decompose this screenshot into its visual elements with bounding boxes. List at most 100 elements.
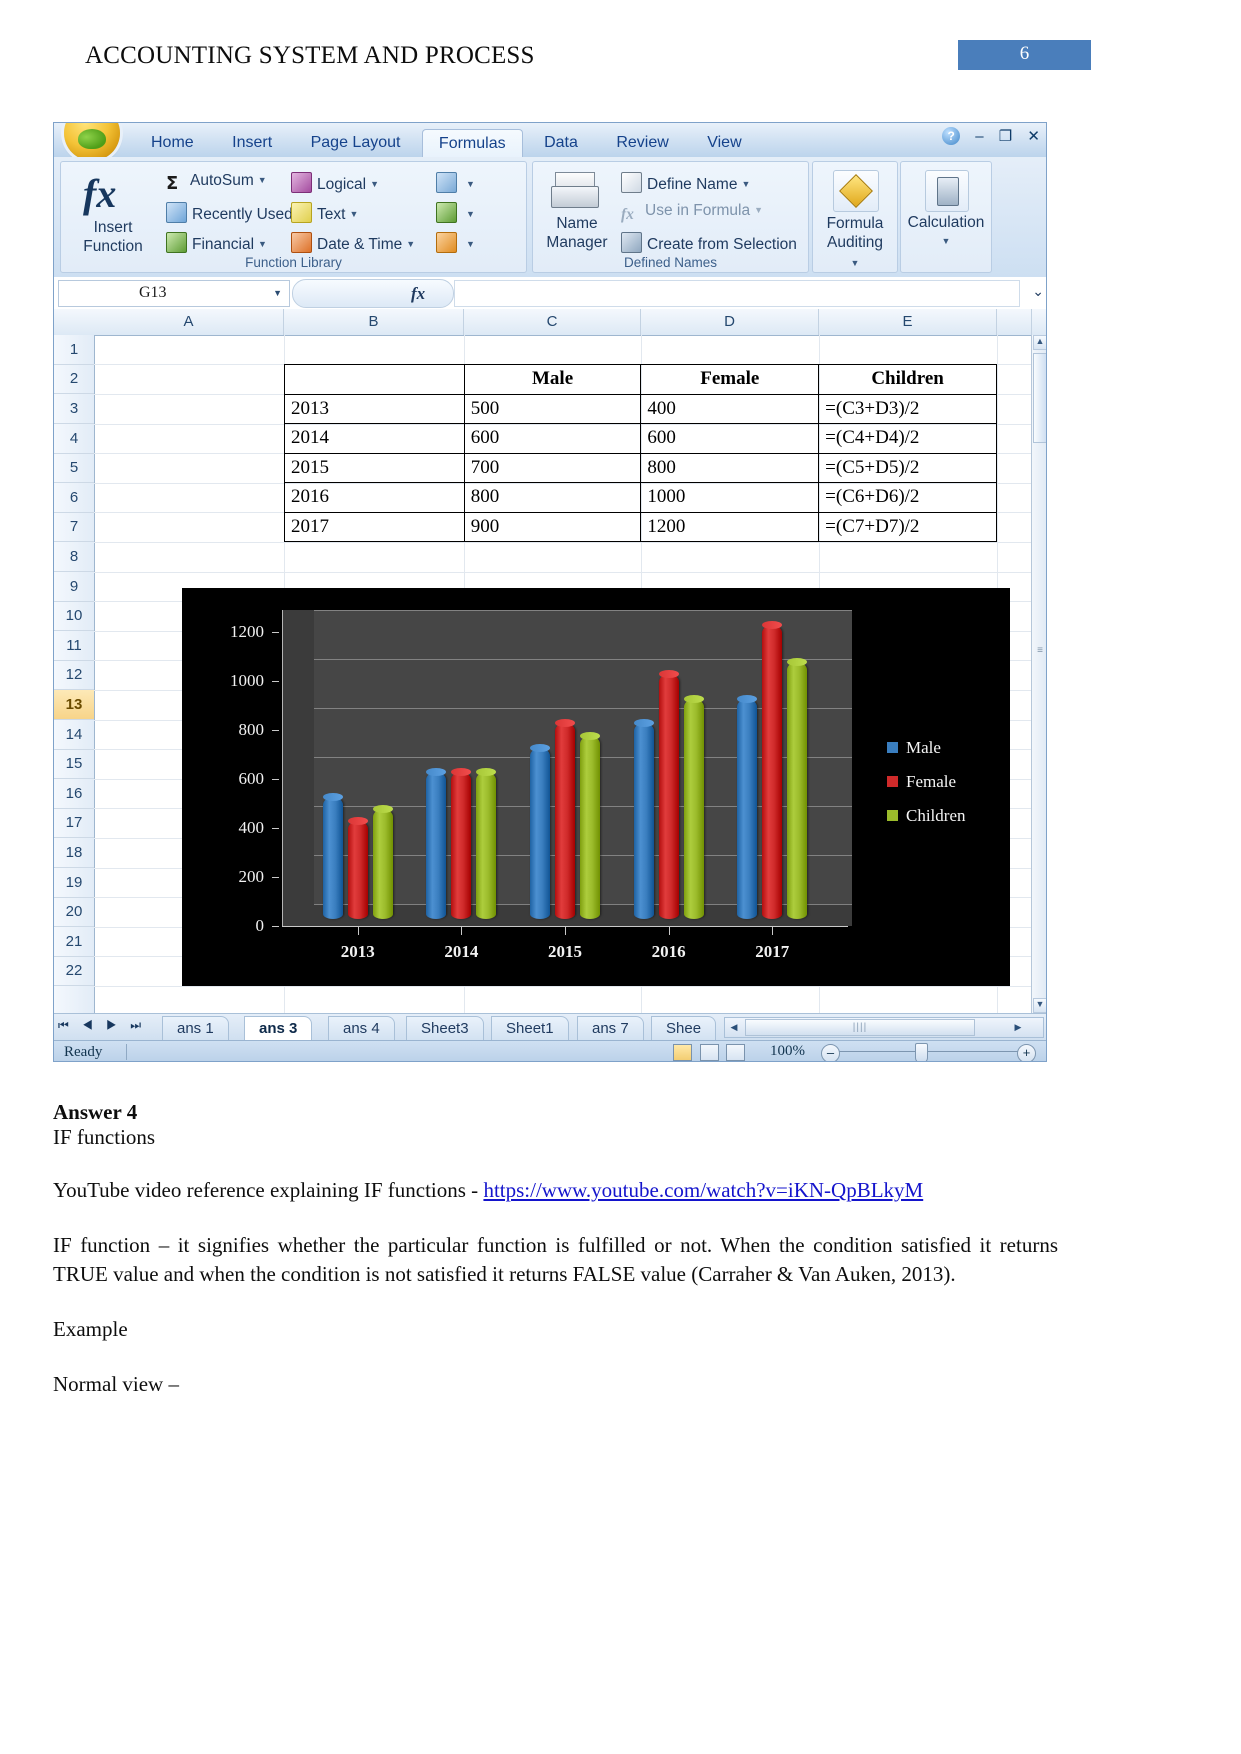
- ribbon-tab-page-layout[interactable]: Page Layout: [294, 129, 418, 156]
- sheet-tab-sheet3[interactable]: Sheet3: [406, 1016, 484, 1040]
- cell-b5[interactable]: 2015: [284, 452, 465, 483]
- chart-bar[interactable]: [580, 731, 600, 920]
- row-header-15[interactable]: 15: [54, 749, 94, 779]
- cell-e6[interactable]: =(C6+D6)/2: [818, 482, 997, 513]
- row-header-6[interactable]: 6: [54, 483, 94, 513]
- vertical-scroll-thumb[interactable]: [1033, 353, 1046, 443]
- cell-e4[interactable]: =(C4+D4)/2: [818, 423, 997, 454]
- ribbon-tab-strip[interactable]: Home Insert Page Layout Formulas Data Re…: [134, 123, 759, 158]
- row-header-20[interactable]: 20: [54, 897, 94, 927]
- ribbon[interactable]: fx Insert Function Σ AutoSum ▼ Recently Us…: [54, 157, 1046, 278]
- horizontal-scrollbar[interactable]: ◀ |||| ▶: [724, 1017, 1044, 1038]
- scroll-left-icon[interactable]: ◀: [726, 1019, 742, 1036]
- chevron-down-icon[interactable]: ▼: [273, 288, 282, 298]
- chart-bar[interactable]: [762, 621, 783, 920]
- cell-d5[interactable]: 800: [640, 452, 820, 483]
- row-header-9[interactable]: 9: [54, 572, 94, 602]
- text-button[interactable]: Text ▼: [291, 202, 358, 224]
- chart-bar[interactable]: [530, 743, 550, 920]
- column-header-a[interactable]: A: [94, 309, 284, 335]
- chart-legend-item[interactable]: Female: [887, 772, 966, 792]
- ribbon-tab-data[interactable]: Data: [527, 129, 595, 156]
- vertical-scrollbar[interactable]: ▲ ≡ ▼: [1031, 335, 1046, 1013]
- logical-button[interactable]: Logical ▼: [291, 172, 379, 194]
- excel-window[interactable]: Home Insert Page Layout Formulas Data Re…: [53, 122, 1047, 1062]
- cell-c3[interactable]: 500: [463, 393, 642, 424]
- zoom-out-button[interactable]: –: [821, 1044, 840, 1061]
- cell-d7[interactable]: 1200: [640, 511, 820, 542]
- row-header-18[interactable]: 18: [54, 838, 94, 868]
- chart-bar[interactable]: [451, 768, 472, 920]
- ribbon-tab-home[interactable]: Home: [134, 129, 211, 156]
- insert-function-button[interactable]: Insert Function: [67, 218, 159, 256]
- sheet-tab-ans-3[interactable]: ans 3: [244, 1016, 313, 1040]
- more-functions-button[interactable]: ▼: [436, 232, 475, 254]
- row-header-7[interactable]: 7: [54, 512, 94, 542]
- row-header-1[interactable]: 1: [54, 335, 94, 365]
- autosum-button[interactable]: Σ AutoSum ▼: [166, 172, 267, 194]
- scroll-up-icon[interactable]: ▲: [1033, 335, 1046, 350]
- cell-b2[interactable]: [284, 364, 465, 395]
- expand-formula-bar-icon[interactable]: ⌄: [1032, 283, 1044, 300]
- sheet-tab-bar[interactable]: ⏮ ◀ ▶ ⏭ ans 1 ans 3 ans 4 Sheet3 Sheet1 …: [54, 1013, 1046, 1041]
- cell-b4[interactable]: 2014: [284, 423, 465, 454]
- sheet-tab-ans-7[interactable]: ans 7: [577, 1016, 644, 1040]
- chart-bar[interactable]: [787, 658, 808, 920]
- chart-legend-item[interactable]: Male: [887, 738, 966, 758]
- ribbon-tab-view[interactable]: View: [690, 129, 758, 156]
- row-header-3[interactable]: 3: [54, 394, 94, 424]
- math-trig-button[interactable]: ▼: [436, 202, 475, 224]
- row-header-22[interactable]: 22: [54, 956, 94, 986]
- ribbon-group-calculation[interactable]: Calculation ▼: [900, 161, 992, 273]
- cell-c5[interactable]: 700: [463, 452, 642, 483]
- cell-c6[interactable]: 800: [463, 482, 642, 513]
- create-from-selection-button[interactable]: Create from Selection: [621, 232, 797, 254]
- window-controls[interactable]: ? – ❐ ✕: [931, 127, 1040, 146]
- chart-bar[interactable]: [658, 670, 679, 920]
- financial-button[interactable]: Financial ▼: [166, 232, 267, 254]
- help-icon[interactable]: ?: [942, 127, 961, 146]
- view-mode-buttons[interactable]: [673, 1044, 748, 1061]
- chart-bar[interactable]: [737, 694, 758, 920]
- column-header-b[interactable]: B: [284, 309, 464, 335]
- define-name-button[interactable]: Define Name ▼: [621, 172, 750, 194]
- office-button-icon[interactable]: [64, 123, 120, 161]
- cell-c7[interactable]: 900: [463, 511, 642, 542]
- row-header-2[interactable]: 2: [54, 364, 94, 394]
- ribbon-tab-insert[interactable]: Insert: [215, 129, 289, 156]
- sheet-tab-sheet1[interactable]: Sheet1: [491, 1016, 569, 1040]
- row-header-10[interactable]: 10: [54, 601, 94, 631]
- cell-b7[interactable]: 2017: [284, 511, 465, 542]
- row-header-12[interactable]: 12: [54, 660, 94, 690]
- ribbon-tab-formulas[interactable]: Formulas: [421, 129, 523, 158]
- formula-auditing-button[interactable]: Formula Auditing: [813, 214, 897, 252]
- chart-bar[interactable]: [555, 719, 575, 920]
- cell-b3[interactable]: 2013: [284, 393, 465, 424]
- cell-e7[interactable]: =(C7+D7)/2: [818, 511, 997, 542]
- formula-auditing-icon[interactable]: [833, 170, 879, 212]
- row-header-14[interactable]: 14: [54, 720, 94, 750]
- zoom-in-button[interactable]: +: [1017, 1044, 1036, 1061]
- row-header-4[interactable]: 4: [54, 424, 94, 454]
- column-header-e[interactable]: E: [819, 309, 997, 335]
- cell-d2-header-female[interactable]: Female: [640, 364, 820, 395]
- insert-function-fx-icon[interactable]: fx: [411, 284, 425, 304]
- chart-legend-item[interactable]: Children: [887, 806, 966, 826]
- sheet-tab-ans-4[interactable]: ans 4: [328, 1016, 395, 1040]
- cell-d6[interactable]: 1000: [640, 482, 820, 513]
- cell-c4[interactable]: 600: [463, 423, 642, 454]
- row-header-8[interactable]: 8: [54, 542, 94, 572]
- formula-bar[interactable]: G13 ▼ fx ⌄: [54, 277, 1046, 310]
- row-header-17[interactable]: 17: [54, 808, 94, 838]
- scroll-down-icon[interactable]: ▼: [1033, 998, 1046, 1013]
- chart-bar[interactable]: [372, 805, 393, 920]
- page-layout-view-icon[interactable]: [699, 1044, 719, 1061]
- chart-bar[interactable]: [633, 719, 654, 920]
- cell-c2-header-male[interactable]: Male: [463, 364, 642, 395]
- formula-bar-buttons[interactable]: fx: [292, 279, 454, 308]
- grid-cells[interactable]: Male Female Children 2013 500 400 =(C3+D…: [94, 335, 1032, 1013]
- column-header-c[interactable]: C: [464, 309, 641, 335]
- close-icon[interactable]: ✕: [1027, 127, 1040, 145]
- chart-bar[interactable]: [322, 792, 343, 920]
- chart-legend[interactable]: Male Female Children: [887, 738, 966, 840]
